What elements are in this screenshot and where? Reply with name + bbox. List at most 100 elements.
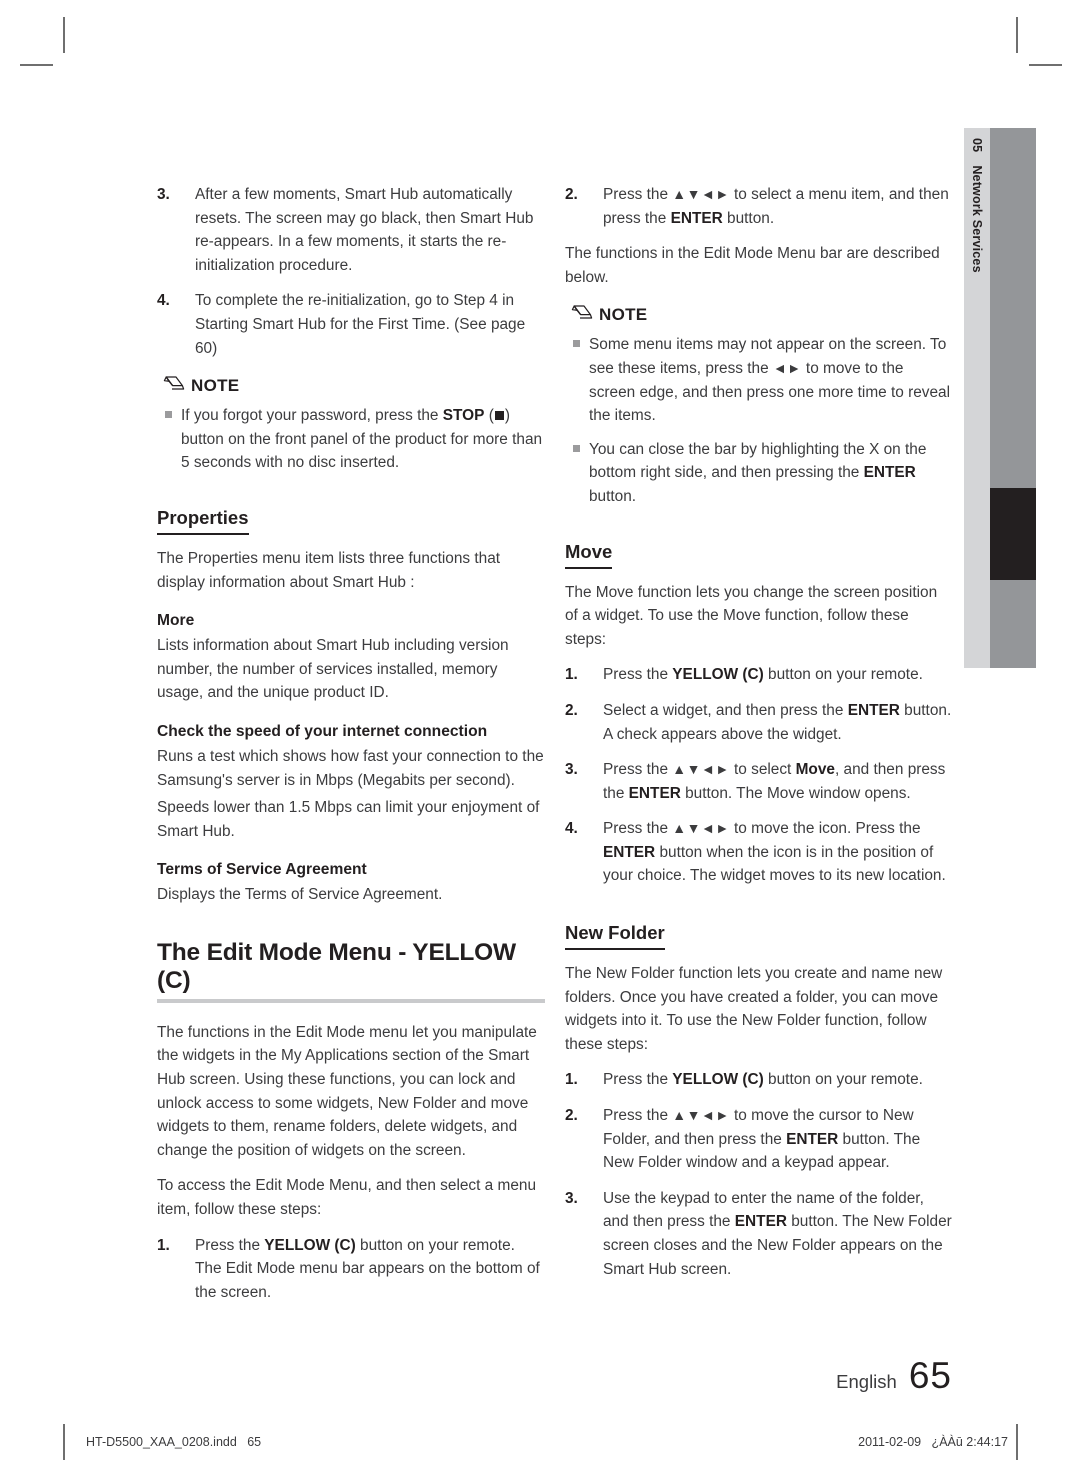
note-text-post-a: ( xyxy=(484,407,494,425)
step-text: Press the YELLOW (C) button on your remo… xyxy=(603,663,953,687)
step-text-pre: Press the xyxy=(603,1107,673,1125)
note-text-post: button. xyxy=(589,487,637,505)
step-text: After a few moments, Smart Hub automatic… xyxy=(195,186,534,274)
edit-mode-bar-intro: The functions in the Edit Mode Menu bar … xyxy=(565,245,940,286)
dpad-arrows-icon: ▲▼◄► xyxy=(672,820,730,837)
list-item: 2. Select a widget, and then press the E… xyxy=(565,699,953,746)
properties-intro: The Properties menu item lists three fun… xyxy=(157,549,501,591)
note-label: NOTE xyxy=(599,305,648,325)
step-text: To complete the re-initialization, go to… xyxy=(195,292,526,357)
step-text-pre: Select a widget, and then press the xyxy=(603,701,848,719)
dpad-arrows-icon: ▲▼◄► xyxy=(672,1107,730,1124)
list-item: 3. Press the ▲▼◄► to select Move, and th… xyxy=(565,758,953,805)
step-text-bold: ENTER xyxy=(847,701,900,719)
list-item: 2. Press the ▲▼◄► to move the cursor to … xyxy=(565,1104,953,1175)
more-heading: More xyxy=(157,612,195,630)
step-text-bold-b: ENTER xyxy=(628,784,681,802)
dpad-arrows-icon: ▲▼◄► xyxy=(672,186,730,202)
step-text-pre: Press the xyxy=(603,186,673,203)
list-item: 3. After a few moments, Smart Hub automa… xyxy=(157,183,545,277)
step-number: 2. xyxy=(565,701,578,719)
list-item: 1. Press the YELLOW (C) button on your r… xyxy=(157,1234,545,1305)
step-text-pre: Press the xyxy=(195,1236,265,1254)
folio-language: English xyxy=(836,1371,897,1392)
step-text-post: button. xyxy=(722,209,775,227)
step-text-pre: Press the xyxy=(603,1071,673,1089)
step-text-bold: ENTER xyxy=(670,209,723,227)
step-text: Press the YELLOW (C) button on your remo… xyxy=(603,1068,953,1092)
list-item: 3. Use the keypad to enter the name of t… xyxy=(565,1187,953,1281)
step-text-pre: Press the xyxy=(603,761,673,779)
step-text-mid: to move the icon. Press the xyxy=(729,820,921,838)
step-text-bold: YELLOW (C) xyxy=(264,1236,356,1254)
terms-text: Displays the Terms of Service Agreement. xyxy=(157,886,443,904)
folio-page-number: 65 xyxy=(908,1355,952,1396)
step-number: 3. xyxy=(565,761,578,779)
edit-mode-section-heading-wrap: The Edit Mode Menu - YELLOW (C) xyxy=(157,939,545,1003)
terms-heading: Terms of Service Agreement xyxy=(157,861,367,879)
step-text-bold: ENTER xyxy=(786,1130,839,1148)
properties-heading: Properties xyxy=(157,507,249,535)
speed-check-text-b: Speeds lower than 1.5 Mbps can limit you… xyxy=(157,799,540,840)
bullet-square-icon xyxy=(157,404,181,475)
step-text-bold: YELLOW (C) xyxy=(672,666,764,684)
left-column: 3. After a few moments, Smart Hub automa… xyxy=(157,183,545,1316)
step-text: Press the ▲▼◄► to select Move, and then … xyxy=(603,758,953,805)
step-text-pre: Press the xyxy=(603,666,673,684)
dpad-arrows-icon: ▲▼◄► xyxy=(672,761,730,778)
note-text: Some menu items may not appear on the sc… xyxy=(589,333,953,427)
move-heading: Move xyxy=(565,541,613,569)
step-number: 1. xyxy=(157,1236,170,1254)
step-number: 4. xyxy=(157,292,170,310)
stop-square-icon xyxy=(494,411,504,421)
step-text-post: button on your remote. xyxy=(763,666,923,684)
edit-mode-section-heading: The Edit Mode Menu - YELLOW (C) xyxy=(157,938,516,994)
speed-check-heading: Check the speed of your internet connect… xyxy=(157,722,488,740)
step-text: Press the YELLOW (C) button on your remo… xyxy=(195,1234,545,1305)
step-text-pre: Press the xyxy=(603,820,673,838)
step-text: Press the ▲▼◄► to select a menu item, an… xyxy=(603,183,953,230)
step-text-post: button. The Move window opens. xyxy=(680,784,911,802)
new-folder-heading-wrap: New Folder xyxy=(565,900,953,951)
list-item: 1. Press the YELLOW (C) button on your r… xyxy=(565,663,953,687)
edit-mode-heading-rule xyxy=(157,998,545,1003)
edit-mode-para-1: The functions in the Edit Mode menu let … xyxy=(157,1023,537,1159)
move-intro: The Move function lets you change the sc… xyxy=(565,583,938,648)
step-number: 2. xyxy=(565,186,578,203)
right-column: 2. Press the ▲▼◄► to select a menu item,… xyxy=(565,183,953,1293)
pencil-icon xyxy=(163,374,185,398)
step-number: 3. xyxy=(565,1189,578,1207)
step-text-bold: ENTER xyxy=(734,1213,787,1231)
footer-file-name: HT-D5500_XAA_0208.indd 65 xyxy=(86,1435,262,1449)
step-text: Press the ▲▼◄► to move the cursor to New… xyxy=(603,1104,953,1175)
note-heading: NOTE xyxy=(571,303,953,327)
pencil-icon xyxy=(571,303,593,327)
note-heading: NOTE xyxy=(163,374,545,398)
note-text-bold: ENTER xyxy=(863,464,916,482)
new-folder-heading: New Folder xyxy=(565,922,665,951)
bullet-square-icon xyxy=(565,438,589,509)
list-item: 4. To complete the re-initialization, go… xyxy=(157,289,545,360)
note-label: NOTE xyxy=(191,376,240,396)
step-number: 3. xyxy=(157,186,170,203)
step-number: 2. xyxy=(565,1107,578,1125)
step-number: 4. xyxy=(565,820,578,838)
step-number: 1. xyxy=(565,1071,578,1089)
footer-timestamp: 2011-02-09 ¿ÀÀū 2:44:17 xyxy=(858,1435,1008,1449)
note-text-bold: STOP xyxy=(442,407,485,425)
more-text: Lists information about Smart Hub includ… xyxy=(157,637,509,702)
properties-heading-wrap: Properties xyxy=(157,485,545,535)
note-list-item: You can close the bar by highlighting th… xyxy=(565,438,953,509)
step-text-mid-a: to select xyxy=(729,761,796,779)
note-text: If you forgot your password, press the S… xyxy=(181,404,545,475)
speed-check-text-a: Runs a test which shows how fast your co… xyxy=(157,747,544,789)
note-text: You can close the bar by highlighting th… xyxy=(589,438,953,509)
list-item: 4. Press the ▲▼◄► to move the icon. Pres… xyxy=(565,817,953,888)
bullet-square-icon xyxy=(565,333,589,427)
edit-mode-para-2: To access the Edit Mode Menu, and then s… xyxy=(157,1177,537,1219)
step-text: Press the ▲▼◄► to move the icon. Press t… xyxy=(603,817,953,888)
list-item: 2. Press the ▲▼◄► to select a menu item,… xyxy=(565,183,953,230)
move-heading-wrap: Move xyxy=(565,519,953,569)
new-folder-intro: The New Folder function lets you create … xyxy=(565,965,943,1053)
step-text-post: button when the icon is in the position … xyxy=(603,843,946,885)
